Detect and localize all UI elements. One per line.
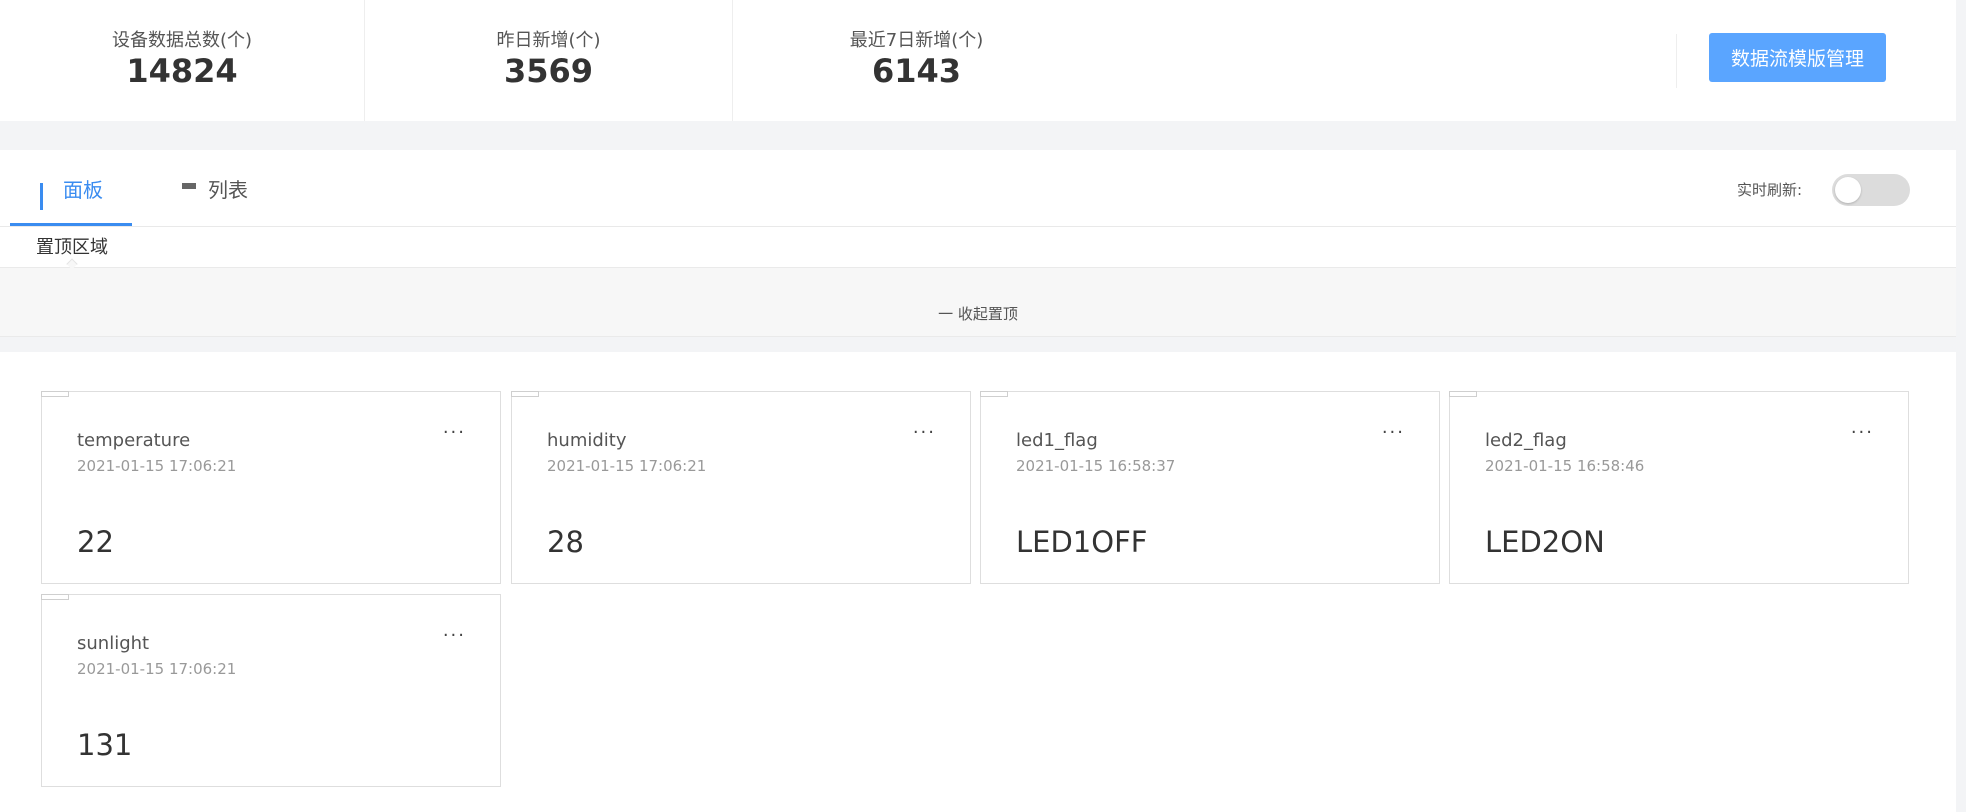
card-name: humidity (547, 430, 627, 451)
more-icon[interactable]: ··· (443, 422, 466, 443)
grid-icon (40, 182, 51, 210)
card-name: temperature (77, 430, 191, 451)
stat-label: 设备数据总数(个) (111, 30, 253, 51)
toggle-knob (1835, 177, 1861, 203)
tab-panel[interactable]: 面板 (10, 150, 132, 226)
card-value: 131 (77, 728, 133, 762)
datastream-card[interactable]: temperature 2021-01-15 17:06:21 22 ··· (41, 391, 501, 584)
list-icon (182, 182, 196, 194)
pinned-area (0, 267, 1956, 337)
realtime-refresh-toggle[interactable] (1832, 174, 1910, 206)
pinned-area-title: 置顶区域 (36, 237, 108, 258)
tab-label: 列表 (208, 177, 248, 202)
collapse-pinned-button[interactable]: 一 收起置顶 (0, 303, 1956, 324)
datastream-card[interactable]: led2_flag 2021-01-15 16:58:46 LED2ON ··· (1449, 391, 1909, 584)
realtime-refresh-label: 实时刷新: (1737, 181, 1803, 199)
card-corner-tag (41, 391, 69, 397)
more-icon[interactable]: ··· (1851, 422, 1874, 443)
card-timestamp: 2021-01-15 17:06:21 (547, 457, 707, 475)
stat-last-7-days: 最近7日新增(个) 6143 (733, 0, 1100, 121)
card-value: LED1OFF (1016, 525, 1148, 559)
card-corner-tag (1449, 391, 1477, 397)
stat-value: 3569 (503, 52, 594, 90)
datastream-card[interactable]: sunlight 2021-01-15 17:06:21 131 ··· (41, 594, 501, 787)
more-icon[interactable]: ··· (913, 422, 936, 443)
datastream-template-button[interactable]: 数据流模版管理 (1709, 33, 1886, 82)
card-name: sunlight (77, 633, 150, 654)
stat-total: 设备数据总数(个) 14824 (0, 0, 364, 121)
card-corner-tag (511, 391, 539, 397)
tabs-divider (0, 226, 1956, 227)
stat-label: 最近7日新增(个) (849, 30, 984, 51)
card-corner-tag (980, 391, 1008, 397)
card-name: led1_flag (1016, 430, 1098, 451)
card-timestamp: 2021-01-15 16:58:46 (1485, 457, 1645, 475)
datastream-card[interactable]: humidity 2021-01-15 17:06:21 28 ··· (511, 391, 971, 584)
divider (1676, 34, 1677, 88)
card-timestamp: 2021-01-15 16:58:37 (1016, 457, 1176, 475)
stat-yesterday: 昨日新增(个) 3569 (365, 0, 732, 121)
card-value: LED2ON (1485, 525, 1605, 559)
datastream-card[interactable]: led1_flag 2021-01-15 16:58:37 LED1OFF ··… (980, 391, 1440, 584)
card-corner-tag (41, 594, 69, 600)
card-timestamp: 2021-01-15 17:06:21 (77, 457, 237, 475)
card-timestamp: 2021-01-15 17:06:21 (77, 660, 237, 678)
stat-value: 6143 (871, 52, 962, 90)
more-icon[interactable]: ··· (1382, 422, 1405, 443)
tab-list[interactable]: 列表 (182, 150, 304, 226)
view-panel: 面板 列表 (0, 150, 1956, 268)
tab-label: 面板 (63, 177, 103, 202)
datastream-cards: temperature 2021-01-15 17:06:21 22 ··· h… (0, 352, 1956, 812)
more-icon[interactable]: ··· (443, 625, 466, 646)
stat-value: 14824 (126, 52, 238, 90)
card-value: 28 (547, 525, 584, 559)
stat-label: 昨日新增(个) (496, 30, 601, 51)
stats-bar: 设备数据总数(个) 14824 昨日新增(个) 3569 最近7日新增(个) 6… (0, 0, 1956, 121)
card-value: 22 (77, 525, 114, 559)
card-name: led2_flag (1485, 430, 1567, 451)
